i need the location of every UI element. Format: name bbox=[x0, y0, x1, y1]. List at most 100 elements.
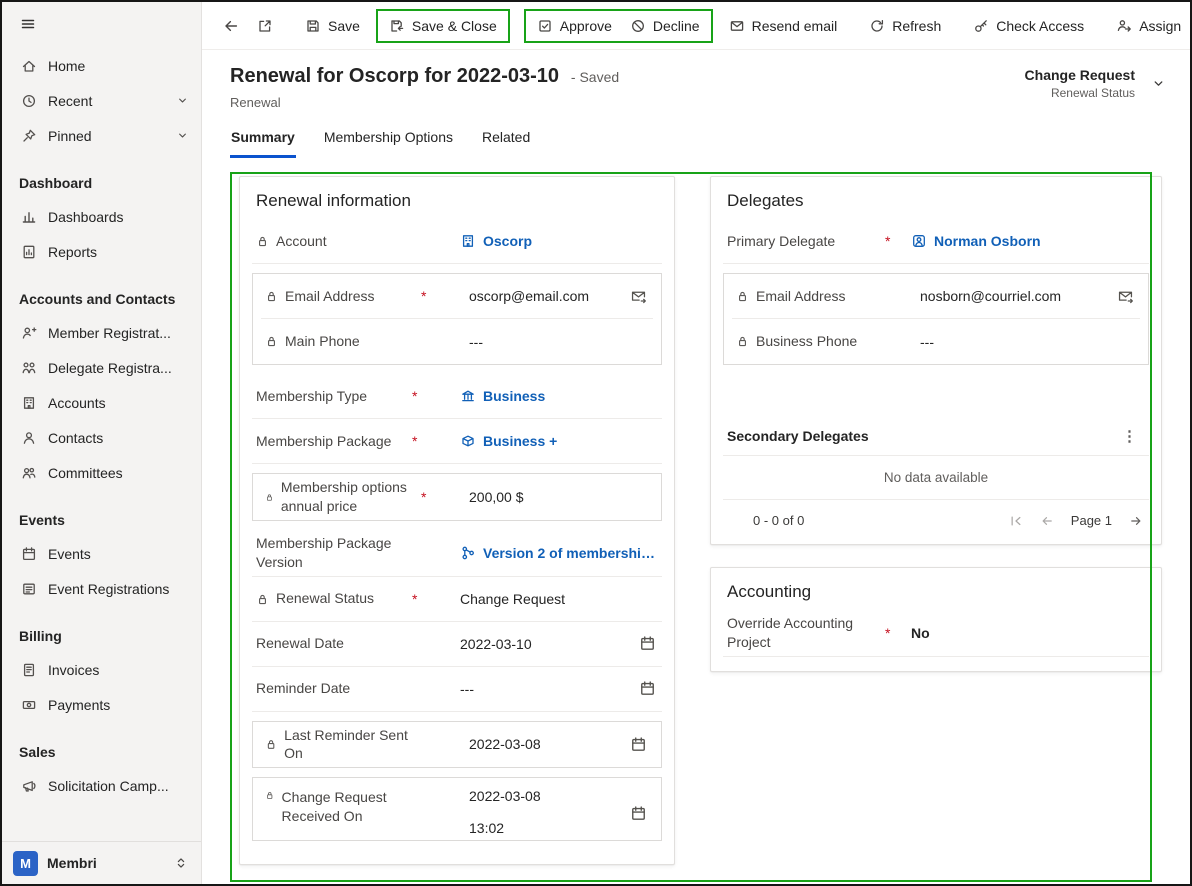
chevron-updown-icon[interactable] bbox=[174, 856, 188, 870]
sidebar-item-payments[interactable]: Payments bbox=[2, 687, 201, 722]
previous-page-icon[interactable] bbox=[1040, 514, 1054, 528]
sidebar-item-event-registrations[interactable]: Event Registrations bbox=[2, 571, 201, 606]
main-panel: Save Save & Close Approve Decline Resend… bbox=[202, 2, 1190, 884]
approve-button[interactable]: Approve bbox=[528, 12, 621, 40]
package-icon bbox=[460, 433, 476, 449]
sidebar-item-solicitation-campaigns[interactable]: Solicitation Camp... bbox=[2, 768, 201, 803]
sidebar-section-sales: Sales bbox=[2, 738, 201, 768]
field-row-override-accounting-project: Override Accounting Project * No bbox=[723, 610, 1149, 657]
chevron-down-icon[interactable] bbox=[176, 129, 189, 142]
field-value: No bbox=[911, 625, 930, 641]
membership-package-lookup-link[interactable]: Business + bbox=[460, 433, 557, 449]
locked-field-group: Change Request Received On 2022-03-08 13… bbox=[252, 777, 662, 841]
sidebar-item-events[interactable]: Events bbox=[2, 536, 201, 571]
open-record-set-button[interactable] bbox=[248, 12, 282, 40]
refresh-button[interactable]: Refresh bbox=[860, 12, 950, 40]
calendar-icon[interactable] bbox=[630, 736, 647, 753]
field-label: Reminder Date bbox=[256, 679, 350, 698]
field-value: Oscorp bbox=[483, 233, 532, 249]
primary-delegate-lookup-link[interactable]: Norman Osborn bbox=[911, 233, 1041, 249]
sidebar-item-label: Event Registrations bbox=[48, 581, 169, 597]
sidebar-item-reports[interactable]: Reports bbox=[2, 234, 201, 269]
assign-button[interactable]: Assign bbox=[1107, 12, 1190, 40]
app-switcher[interactable]: M Membri bbox=[2, 841, 201, 884]
field-row-business-phone: Business Phone --- bbox=[732, 319, 1140, 364]
next-page-icon[interactable] bbox=[1129, 514, 1143, 528]
sidebar-item-label: Contacts bbox=[48, 430, 103, 446]
field-value: Business bbox=[483, 388, 545, 404]
sidebar-item-pinned[interactable]: Pinned bbox=[2, 118, 201, 153]
field-row-delegate-email: Email Address nosborn@courriel.com bbox=[732, 274, 1140, 319]
form-content: Renewal information Account Oscorp Email… bbox=[202, 158, 1190, 884]
sidebar-item-label: Invoices bbox=[48, 662, 99, 678]
card-title: Accounting bbox=[723, 576, 1149, 610]
sidebar-item-member-registrations[interactable]: Member Registrat... bbox=[2, 315, 201, 350]
tab-summary[interactable]: Summary bbox=[230, 123, 296, 158]
sidebar-item-committees[interactable]: Committees bbox=[2, 455, 201, 490]
people-swap-icon bbox=[21, 360, 37, 376]
membership-type-lookup-link[interactable]: Business bbox=[460, 388, 545, 404]
sidebar-item-invoices[interactable]: Invoices bbox=[2, 652, 201, 687]
chevron-down-icon[interactable] bbox=[1151, 76, 1166, 91]
delegates-card: Delegates Primary Delegate * Norman Osbo… bbox=[710, 176, 1162, 545]
required-marker: * bbox=[885, 233, 911, 249]
sidebar-item-label: Committees bbox=[48, 465, 123, 481]
pin-icon bbox=[21, 128, 37, 144]
sidebar-item-home[interactable]: Home bbox=[2, 48, 201, 83]
refresh-icon bbox=[869, 18, 885, 34]
sidebar-section-events: Events bbox=[2, 506, 201, 536]
field-label: Account bbox=[276, 232, 327, 251]
header-status-field[interactable]: Change Request Renewal Status bbox=[1025, 65, 1166, 100]
sidebar-section-billing: Billing bbox=[2, 622, 201, 652]
header-status-label: Renewal Status bbox=[1025, 86, 1135, 100]
sidebar-item-label: Dashboards bbox=[48, 209, 124, 225]
send-email-icon[interactable] bbox=[1117, 288, 1134, 305]
save-button[interactable]: Save bbox=[296, 12, 369, 40]
calendar-icon[interactable] bbox=[639, 635, 656, 652]
sidebar-item-label: Solicitation Camp... bbox=[48, 778, 169, 794]
chevron-down-icon[interactable] bbox=[176, 94, 189, 107]
tab-membership-options[interactable]: Membership Options bbox=[323, 123, 454, 158]
save-close-icon bbox=[389, 18, 405, 34]
field-value-date: 2022-03-08 bbox=[469, 788, 541, 804]
field-row-membership-package: Membership Package * Business + bbox=[252, 419, 662, 464]
decline-icon bbox=[630, 18, 646, 34]
back-icon bbox=[223, 18, 239, 34]
save-and-close-button[interactable]: Save & Close bbox=[380, 12, 506, 40]
sidebar-item-delegate-registrations[interactable]: Delegate Registra... bbox=[2, 350, 201, 385]
field-value: Change Request bbox=[460, 591, 565, 607]
subgrid-more-button[interactable]: ⋮ bbox=[1114, 427, 1145, 445]
decline-button[interactable]: Decline bbox=[621, 12, 709, 40]
field-label: Change Request Received On bbox=[282, 788, 421, 826]
save-icon bbox=[305, 18, 321, 34]
sidebar: Home Recent Pinned Dashboard Dashboards … bbox=[2, 2, 202, 884]
calendar-icon[interactable] bbox=[639, 680, 656, 697]
building-icon bbox=[460, 233, 476, 249]
field-label: Membership Package bbox=[256, 432, 391, 451]
check-access-button[interactable]: Check Access bbox=[964, 12, 1093, 40]
locked-field-group: Last Reminder Sent On 2022-03-08 bbox=[252, 721, 662, 769]
account-lookup-link[interactable]: Oscorp bbox=[460, 233, 532, 249]
sidebar-item-label: Payments bbox=[48, 697, 110, 713]
sidebar-item-contacts[interactable]: Contacts bbox=[2, 420, 201, 455]
subgrid-empty-message: No data available bbox=[723, 455, 1149, 500]
building-icon bbox=[21, 395, 37, 411]
field-label: Email Address bbox=[285, 287, 374, 306]
sidebar-item-dashboards[interactable]: Dashboards bbox=[2, 199, 201, 234]
field-row-last-reminder-sent: Last Reminder Sent On 2022-03-08 bbox=[261, 722, 653, 768]
approve-label: Approve bbox=[560, 18, 612, 34]
calendar-icon[interactable] bbox=[630, 805, 647, 822]
required-marker: * bbox=[412, 591, 460, 607]
send-email-icon[interactable] bbox=[630, 288, 647, 305]
field-row-change-request-received: Change Request Received On 2022-03-08 13… bbox=[261, 778, 653, 840]
resend-email-button[interactable]: Resend email bbox=[720, 12, 847, 40]
sidebar-section-dashboard: Dashboard bbox=[2, 169, 201, 199]
first-page-icon[interactable] bbox=[1009, 514, 1023, 528]
package-version-lookup-link[interactable]: Version 2 of membership packag... bbox=[460, 545, 658, 561]
hamburger-menu-button[interactable] bbox=[2, 2, 201, 46]
back-button[interactable] bbox=[214, 12, 248, 40]
sidebar-item-accounts[interactable]: Accounts bbox=[2, 385, 201, 420]
sidebar-item-recent[interactable]: Recent bbox=[2, 83, 201, 118]
card-title: Delegates bbox=[723, 185, 1149, 219]
tab-related[interactable]: Related bbox=[481, 123, 531, 158]
